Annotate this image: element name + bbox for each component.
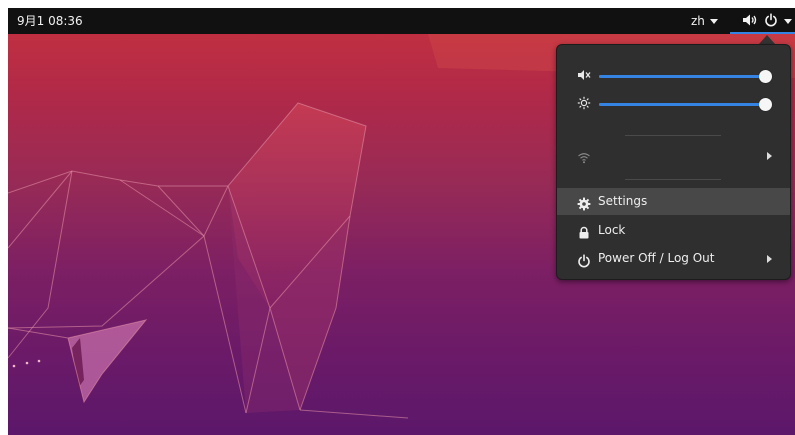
volume-slider[interactable] <box>599 70 772 83</box>
settings-label: Settings <box>598 194 648 208</box>
chevron-right-icon <box>767 255 772 263</box>
power-icon <box>577 251 591 278</box>
chevron-down-icon <box>709 19 718 24</box>
brightness-icon <box>577 96 591 113</box>
brightness-slider-handle[interactable] <box>759 98 772 111</box>
power-off-log-out-menu-item[interactable]: Power Off / Log Out <box>557 245 790 272</box>
menu-pointer-arrow <box>759 35 775 44</box>
language-label: zh <box>691 14 705 28</box>
speaker-muted-icon[interactable] <box>577 68 591 85</box>
chevron-down-icon <box>784 19 792 24</box>
top-bar: 9月1 08:36 zh <box>8 8 795 34</box>
system-menu: Settings Lock Power Off / Log Out <box>556 44 791 280</box>
wifi-menu-item[interactable] <box>557 142 790 169</box>
brightness-slider[interactable] <box>599 98 772 111</box>
speaker-icon <box>742 13 758 30</box>
volume-slider-fill <box>599 75 765 78</box>
wifi-icon <box>577 148 591 175</box>
desktop: 9月1 08:36 zh Settings Lock Power Off / L… <box>8 8 795 435</box>
active-indicator-underline <box>730 32 795 34</box>
volume-slider-handle[interactable] <box>759 70 772 83</box>
brightness-slider-fill <box>599 103 765 106</box>
lock-menu-item[interactable]: Lock <box>557 217 790 244</box>
settings-menu-item[interactable]: Settings <box>557 188 790 215</box>
power-off-log-out-label: Power Off / Log Out <box>598 251 715 265</box>
clock[interactable]: 9月1 08:36 <box>17 8 83 34</box>
system-indicator[interactable] <box>730 8 795 34</box>
volume-row <box>557 65 792 87</box>
separator <box>625 135 721 136</box>
brightness-row <box>557 93 792 115</box>
input-language-indicator[interactable]: zh <box>691 8 718 34</box>
lock-label: Lock <box>598 223 626 237</box>
power-icon <box>764 13 778 30</box>
separator <box>625 179 721 180</box>
chevron-right-icon <box>767 152 772 160</box>
